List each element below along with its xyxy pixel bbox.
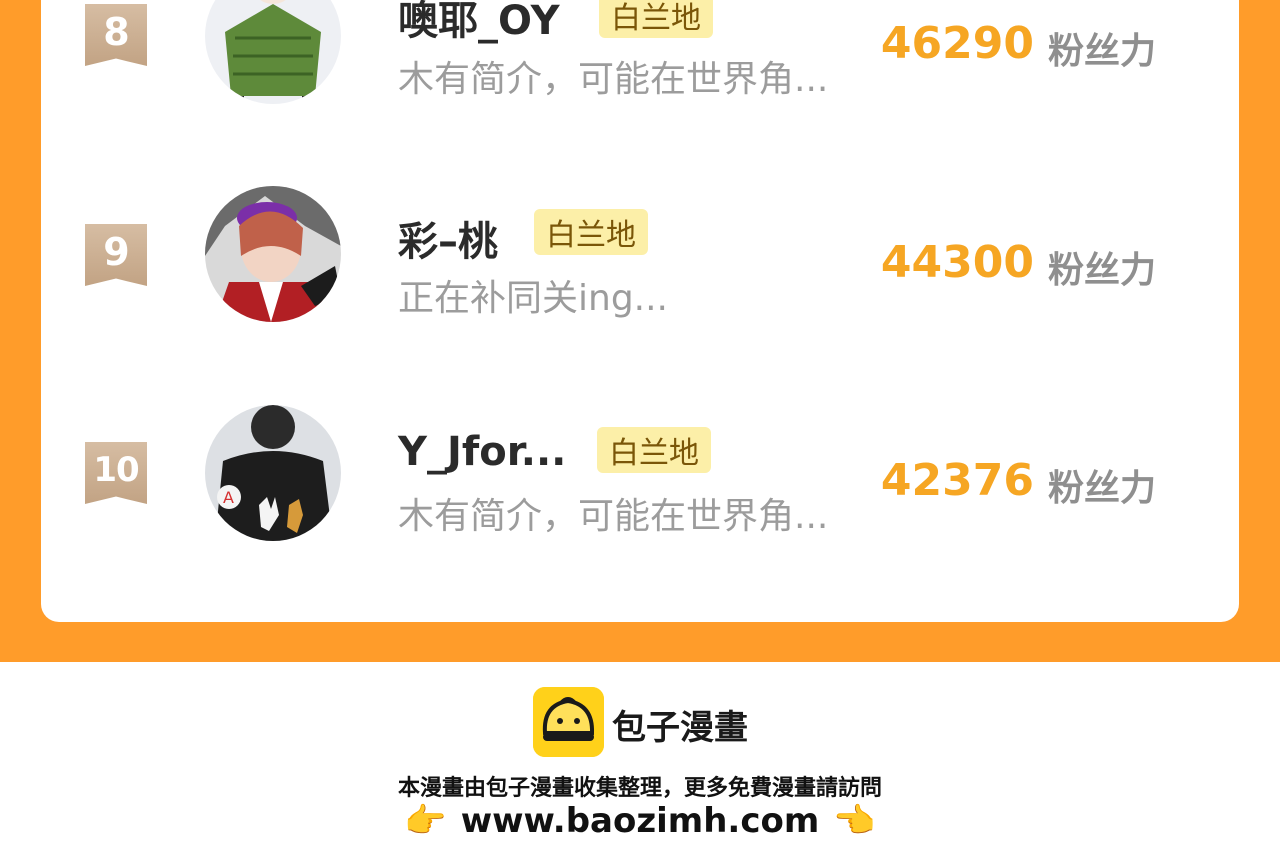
fans-label: 粉丝力 (1048, 31, 1157, 72)
footer-url-row: 👉 www.baozimh.com 👈 (0, 801, 1280, 841)
rank-badge: 8 (85, 4, 147, 66)
fans-label: 粉丝力 (1048, 468, 1157, 509)
level-tag: 白兰地 (597, 427, 711, 473)
bun-icon (533, 687, 604, 757)
brand-name: 包子漫畫 (612, 708, 748, 748)
avatar-image-icon (205, 186, 341, 322)
avatar[interactable]: A (205, 405, 341, 541)
level-tag: 白兰地 (534, 209, 648, 255)
baozi-logo-icon[interactable] (533, 687, 604, 757)
user-name[interactable]: Y_Jfor... (398, 429, 566, 475)
rank-badge: 10 (85, 442, 147, 504)
user-bio: 木有简介，可能在世界角... (398, 59, 829, 100)
avatar-image-icon: A (205, 405, 341, 541)
ranking-row[interactable]: 10 A Y_Jfor... 白兰地 木有简介，可能在世界角... 42376 … (0, 401, 1280, 561)
level-tag: 白兰地 (599, 0, 713, 38)
site-url-link[interactable]: www.baozimh.com (461, 801, 820, 841)
rank-badge: 9 (85, 224, 147, 286)
user-bio: 正在补同关ing... (398, 278, 669, 319)
svg-text:A: A (223, 488, 234, 507)
fans-count: 46290 (880, 18, 1034, 69)
ranking-row[interactable]: 9 彩–桃 白兰地 正在补同关ing... 44300 粉丝力 (0, 183, 1280, 343)
pointing-left-hand-icon: 👈 (833, 801, 876, 841)
footer-note: 本漫畫由包子漫畫收集整理，更多免費漫畫請訪問 (397, 776, 882, 801)
pointing-right-hand-icon: 👉 (404, 801, 447, 841)
fans-count: 44300 (880, 237, 1034, 288)
user-name[interactable]: 彩–桃 (398, 209, 498, 267)
fans-count: 42376 (880, 455, 1034, 506)
user-name[interactable]: 噢耶_OY (398, 0, 560, 46)
ranking-row[interactable]: 8 噢耶_OY 白兰地 木有简介，可能在世界角... 46290 粉丝力 (0, 0, 1280, 124)
fans-label: 粉丝力 (1048, 250, 1157, 291)
avatar[interactable] (205, 0, 341, 104)
avatar-image-icon (205, 0, 341, 104)
user-bio: 木有简介，可能在世界角... (398, 496, 829, 537)
avatar[interactable] (205, 186, 341, 322)
